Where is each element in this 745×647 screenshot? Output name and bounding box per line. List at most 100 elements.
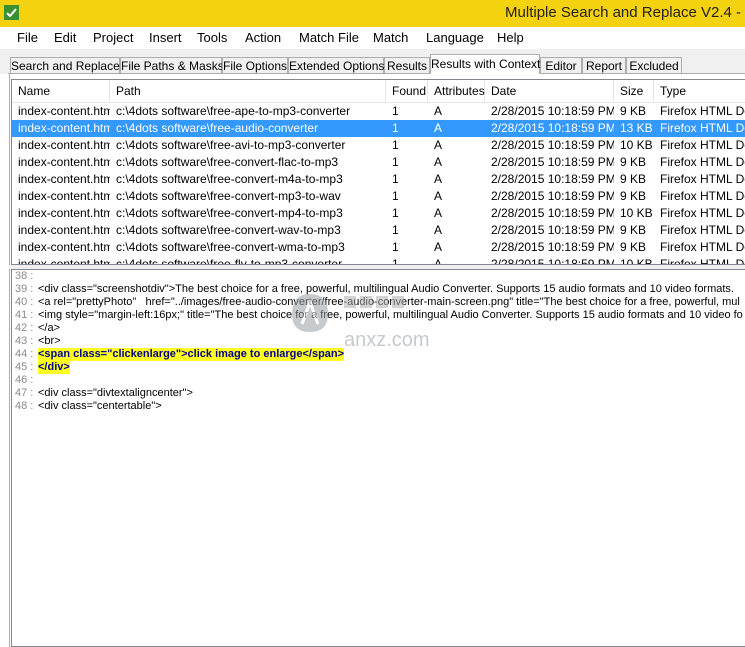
table-row[interactable]: index-content.html c:\4dots software\fre… xyxy=(12,171,745,188)
table-row[interactable]: index-content.html c:\4dots software\fre… xyxy=(12,256,745,265)
menu-action[interactable]: Action xyxy=(245,30,281,45)
column-header-path[interactable]: Path xyxy=(110,80,386,102)
cell-name: index-content.html xyxy=(18,138,110,152)
results-list[interactable]: Name Path Found Attributes Date Size Typ… xyxy=(11,79,745,265)
cell-found: 1 xyxy=(392,138,399,152)
results-rows: index-content.html c:\4dots software\fre… xyxy=(12,103,745,265)
cell-name: index-content.html xyxy=(18,240,110,254)
cell-path: c:\4dots software\free-convert-wav-to-mp… xyxy=(116,223,341,237)
cell-path: c:\4dots software\free-convert-mp4-to-mp… xyxy=(116,206,343,220)
menu-help[interactable]: Help xyxy=(497,30,524,45)
column-header-name[interactable]: Name xyxy=(12,80,110,102)
cell-path: c:\4dots software\free-flv-to-mp3-conver… xyxy=(116,257,343,265)
cell-found: 1 xyxy=(392,121,399,135)
cell-type: Firefox HTML Doc xyxy=(660,240,745,254)
menu-bar: File Edit Project Insert Tools Action Ma… xyxy=(0,27,745,49)
tab-editor[interactable]: Editor xyxy=(540,57,582,74)
cell-size: 10 KB xyxy=(620,257,653,265)
cell-date: 2/28/2015 10:18:59 PM xyxy=(491,155,614,169)
cell-attributes: A xyxy=(434,138,443,152)
cell-path: c:\4dots software\free-convert-mp3-to-wa… xyxy=(116,189,341,203)
tab-extended-options[interactable]: Extended Options xyxy=(288,57,384,74)
tab-strip: Search and Replace File Paths & Masks Fi… xyxy=(0,49,745,74)
line-number: 46 : xyxy=(15,374,34,386)
table-row[interactable]: index-content.html c:\4dots software\fre… xyxy=(12,154,745,171)
cell-path: c:\4dots software\free-audio-converter xyxy=(116,121,319,135)
table-row[interactable]: index-content.html c:\4dots software\fre… xyxy=(12,222,745,239)
menu-language[interactable]: Language xyxy=(426,30,484,45)
line-number: 44 : xyxy=(15,348,34,360)
cell-date: 2/28/2015 10:18:59 PM xyxy=(491,240,614,254)
cell-size: 9 KB xyxy=(620,172,647,186)
cell-attributes: A xyxy=(434,155,443,169)
column-header-size[interactable]: Size xyxy=(614,80,654,102)
line-number: 45 : xyxy=(15,361,34,373)
menu-tools[interactable]: Tools xyxy=(197,30,227,45)
cell-name: index-content.html xyxy=(18,257,110,265)
watermark-logo: anxz.com xyxy=(292,294,430,351)
cell-attributes: A xyxy=(434,172,443,186)
column-header-found[interactable]: Found xyxy=(386,80,428,102)
app-icon[interactable] xyxy=(4,5,19,20)
table-row[interactable]: index-content.html c:\4dots software\fre… xyxy=(12,103,745,120)
table-row[interactable]: index-content.html c:\4dots software\fre… xyxy=(12,239,745,256)
cell-found: 1 xyxy=(392,155,399,169)
tab-file-paths-masks[interactable]: File Paths & Masks xyxy=(120,57,224,74)
cell-name: index-content.html xyxy=(18,206,110,220)
cell-size: 13 KB xyxy=(620,121,653,135)
menu-file[interactable]: File xyxy=(17,30,38,45)
column-header-attributes[interactable]: Attributes xyxy=(428,80,485,102)
cell-type: Firefox HTML Doc xyxy=(660,223,745,237)
cell-found: 1 xyxy=(392,223,399,237)
menu-match-file[interactable]: Match File xyxy=(299,30,359,45)
cell-attributes: A xyxy=(434,206,443,220)
tab-search-and-replace[interactable]: Search and Replace xyxy=(10,57,120,74)
cell-type: Firefox HTML Doc xyxy=(660,257,745,265)
matched-text: </div> xyxy=(38,361,70,374)
line-number: 47 : xyxy=(15,387,34,399)
tab-results-with-context[interactable]: Results with Context xyxy=(430,54,540,74)
tab-report[interactable]: Report xyxy=(582,57,626,74)
table-row[interactable]: index-content.html c:\4dots software\fre… xyxy=(12,137,745,154)
cell-date: 2/28/2015 10:18:59 PM xyxy=(491,206,614,220)
tab-results[interactable]: Results xyxy=(384,57,430,74)
cell-type: Firefox HTML Doc xyxy=(660,206,745,220)
line-text: <div class="divtextaligncenter"> xyxy=(38,387,193,399)
tab-excluded[interactable]: Excluded xyxy=(626,57,682,74)
cell-found: 1 xyxy=(392,104,399,118)
cell-found: 1 xyxy=(392,172,399,186)
line-number: 48 : xyxy=(15,400,34,412)
cell-attributes: A xyxy=(434,240,443,254)
cell-date: 2/28/2015 10:18:59 PM xyxy=(491,121,614,135)
results-header: Name Path Found Attributes Date Size Typ… xyxy=(12,80,745,103)
table-row[interactable]: index-content.html c:\4dots software\fre… xyxy=(12,205,745,222)
cell-attributes: A xyxy=(434,121,443,135)
table-row[interactable]: index-content.html c:\4dots software\fre… xyxy=(12,188,745,205)
menu-project[interactable]: Project xyxy=(93,30,133,45)
cell-path: c:\4dots software\free-convert-m4a-to-mp… xyxy=(116,172,343,186)
cell-date: 2/28/2015 10:18:59 PM xyxy=(491,104,614,118)
line-text: <div class="centertable"> xyxy=(38,400,162,412)
menu-edit[interactable]: Edit xyxy=(54,30,76,45)
cell-found: 1 xyxy=(392,206,399,220)
column-header-date[interactable]: Date xyxy=(485,80,614,102)
cell-type: Firefox HTML Doc xyxy=(660,172,745,186)
cell-date: 2/28/2015 10:18:59 PM xyxy=(491,138,614,152)
window-title: Multiple Search and Replace V2.4 - xyxy=(505,4,741,21)
tab-file-options[interactable]: File Options xyxy=(222,57,288,74)
line-text: <br> xyxy=(38,335,61,347)
context-line: 48 : <div class="centertable"> xyxy=(12,400,745,413)
cell-name: index-content.html xyxy=(18,121,110,135)
menu-match[interactable]: Match xyxy=(373,30,408,45)
cell-date: 2/28/2015 10:18:59 PM xyxy=(491,189,614,203)
cell-type: Firefox HTML Doc xyxy=(660,138,745,152)
column-header-type[interactable]: Type xyxy=(654,80,745,102)
cell-type: Firefox HTML Doc xyxy=(660,189,745,203)
cell-size: 9 KB xyxy=(620,189,647,203)
line-number: 39 : xyxy=(15,283,34,295)
table-row-selected[interactable]: index-content.html c:\4dots software\fre… xyxy=(12,120,745,137)
menu-insert[interactable]: Insert xyxy=(149,30,182,45)
cell-size: 9 KB xyxy=(620,155,647,169)
cell-path: c:\4dots software\free-avi-to-mp3-conver… xyxy=(116,138,346,152)
cell-size: 9 KB xyxy=(620,223,647,237)
